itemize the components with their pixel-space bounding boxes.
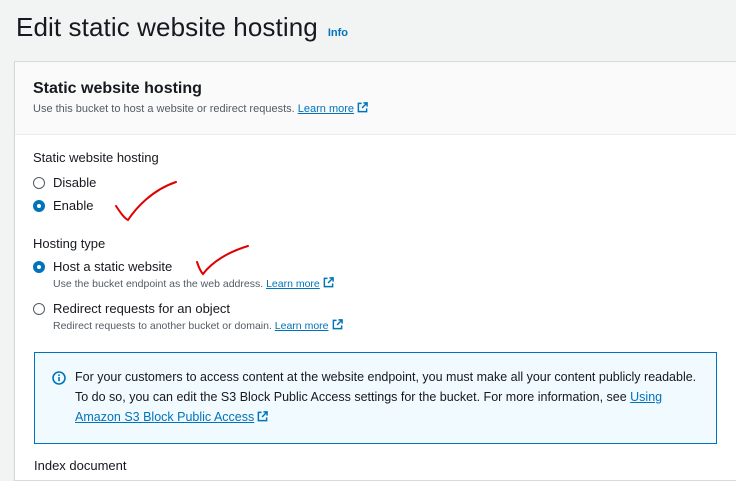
page-header: Edit static website hosting Info <box>16 12 348 43</box>
hosting-label: Static website hosting <box>33 150 159 165</box>
static-website-hosting-panel: Static website hosting Use this bucket t… <box>14 61 736 481</box>
redirect-requests-option[interactable]: Redirect requests for an object Redirect… <box>33 301 343 332</box>
host-static-website-description-text: Use the bucket endpoint as the web addre… <box>53 278 264 290</box>
host-static-website-label: Host a static website <box>53 259 173 274</box>
hosting-type-label: Hosting type <box>33 236 106 251</box>
index-document-label: Index document <box>34 458 127 473</box>
host-learn-more-label: Learn more <box>266 278 320 290</box>
panel-description: Use this bucket to host a website or red… <box>33 102 736 115</box>
info-link[interactable]: Info <box>328 27 348 39</box>
enable-radio-option[interactable]: Enable <box>33 198 93 213</box>
info-circle-icon <box>52 371 66 385</box>
panel-header: Static website hosting Use this bucket t… <box>15 62 736 135</box>
redirect-learn-more-link[interactable]: Learn more <box>274 319 343 332</box>
host-static-website-option[interactable]: Host a static website Use the bucket end… <box>33 259 334 290</box>
redirect-requests-description: Redirect requests to another bucket or d… <box>53 319 343 332</box>
redirect-requests-radio[interactable] <box>33 303 45 315</box>
redirect-learn-more-label: Learn more <box>274 320 329 332</box>
disable-label: Disable <box>53 175 97 190</box>
page-title: Edit static website hosting <box>16 12 318 42</box>
panel-learn-more-label: Learn more <box>297 103 355 115</box>
panel-title: Static website hosting <box>33 80 202 97</box>
host-static-website-description: Use the bucket endpoint as the web addre… <box>53 277 334 290</box>
panel-learn-more-link[interactable]: Learn more <box>297 102 368 115</box>
host-static-website-radio[interactable] <box>33 261 45 273</box>
external-link-icon <box>323 277 334 288</box>
external-link-icon <box>257 411 269 422</box>
enable-radio[interactable] <box>33 200 45 212</box>
disable-radio-option[interactable]: Disable <box>33 175 96 190</box>
redirect-requests-description-text: Redirect requests to another bucket or d… <box>53 320 272 332</box>
external-link-icon <box>332 319 343 330</box>
alert-text: For your customers to access content at … <box>75 370 697 404</box>
public-access-info-alert: For your customers to access content at … <box>34 352 717 444</box>
disable-radio[interactable] <box>33 177 45 189</box>
external-link-icon <box>357 102 368 113</box>
panel-description-text: Use this bucket to host a website or red… <box>33 103 295 115</box>
redirect-requests-label: Redirect requests for an object <box>53 301 231 316</box>
host-learn-more-link[interactable]: Learn more <box>266 277 334 290</box>
enable-label: Enable <box>53 198 94 213</box>
